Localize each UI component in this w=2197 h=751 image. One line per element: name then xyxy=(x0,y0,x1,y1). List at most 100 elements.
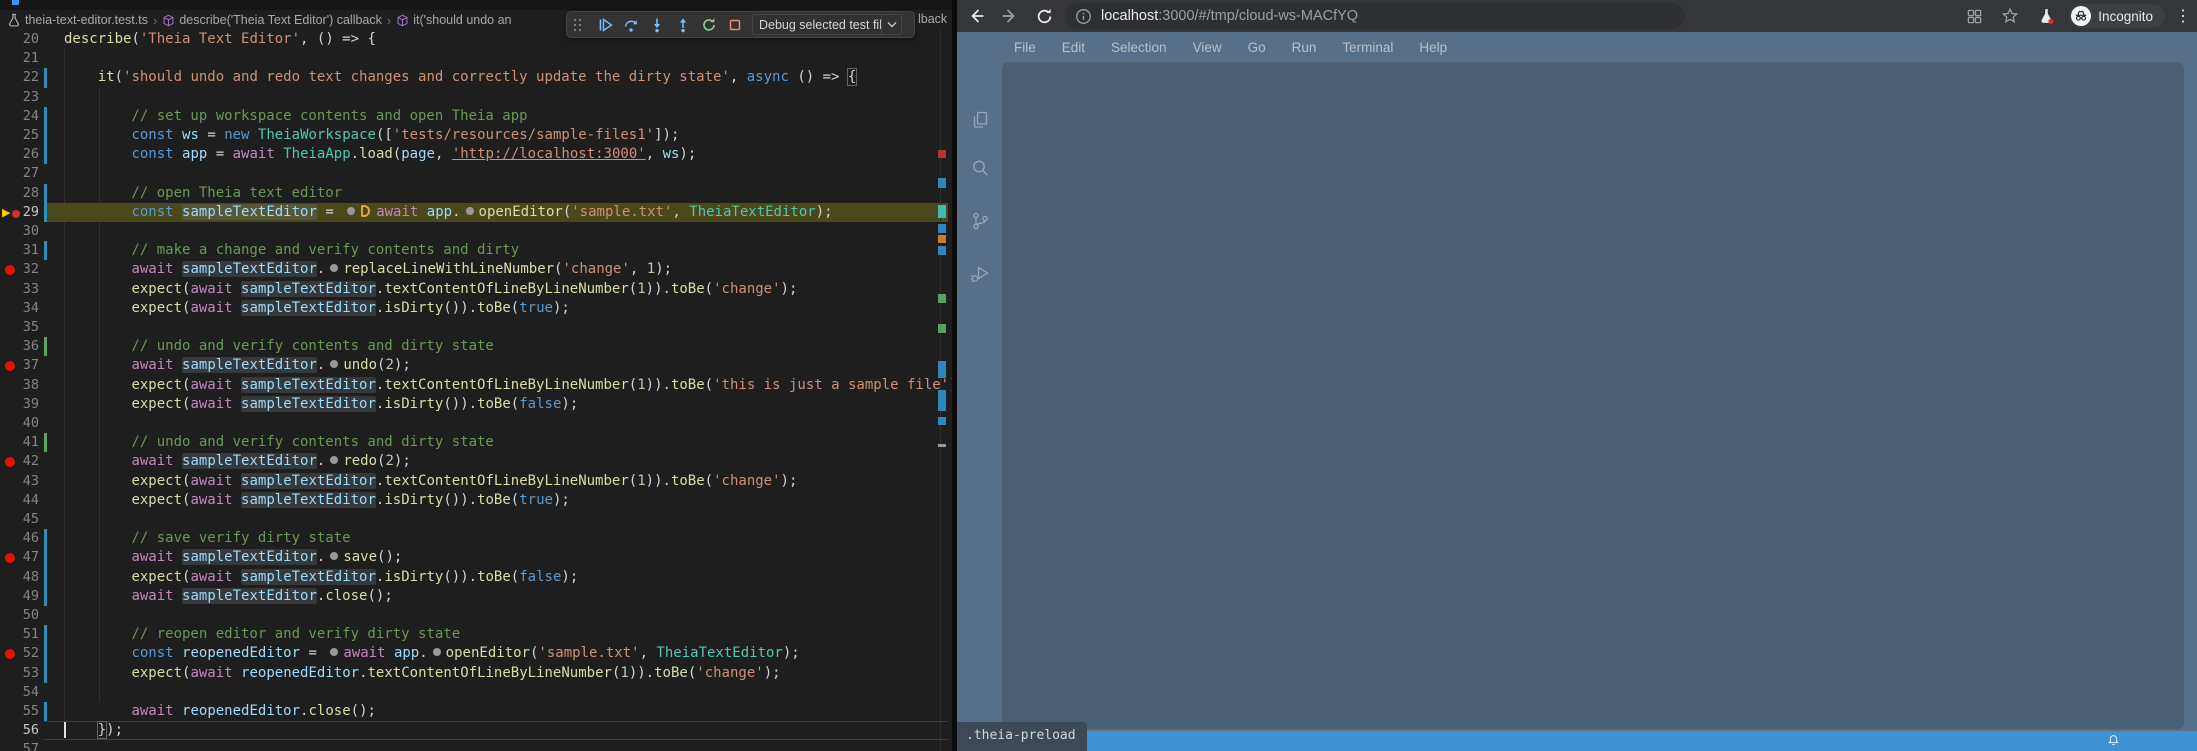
forward-button[interactable] xyxy=(997,3,1023,29)
code-line[interactable]: 57 xyxy=(0,740,952,751)
search-icon[interactable] xyxy=(968,156,992,180)
code-line[interactable]: 40 xyxy=(0,414,952,433)
code-line[interactable]: 32 await sampleTextEditor.replaceLineWit… xyxy=(0,260,952,279)
code-line[interactable]: 39 expect(await sampleTextEditor.isDirty… xyxy=(0,395,952,414)
drag-grip-icon[interactable] xyxy=(574,19,588,31)
breadcrumb-file[interactable]: theia-text-editor.test.ts xyxy=(25,13,148,27)
notifications-bell-icon[interactable] xyxy=(2107,734,2120,747)
address-bar[interactable]: localhost:3000/#/tmp/cloud-ws-MACfYQ xyxy=(1065,3,1685,29)
ruler-mark xyxy=(938,150,946,158)
theia-menu-run[interactable]: Run xyxy=(1279,40,1330,55)
code-line[interactable]: 28 // open Theia text editor xyxy=(0,184,952,203)
code-line[interactable]: 47 await sampleTextEditor.save(); xyxy=(0,548,952,567)
reload-button[interactable] xyxy=(1031,3,1057,29)
gutter-change-bar xyxy=(44,337,47,356)
line-number: 47 xyxy=(8,548,39,567)
debug-icon[interactable] xyxy=(968,262,992,286)
inline-breakpoint-candidate-icon xyxy=(433,648,441,656)
debug-step-into-button[interactable] xyxy=(644,14,670,36)
breadcrumb-it[interactable]: it('should undo an xyxy=(413,13,511,27)
code-text: // reopen editor and verify dirty state xyxy=(64,625,460,644)
code-line[interactable]: 26 const app = await TheiaApp.load(page,… xyxy=(0,145,952,164)
line-number: 24 xyxy=(8,107,39,126)
code-text: // make a change and verify contents and… xyxy=(64,241,519,260)
overview-ruler[interactable] xyxy=(938,0,948,751)
code-editor[interactable]: 20describe('Theia Text Editor', () => {2… xyxy=(0,30,952,751)
code-line[interactable]: 21 xyxy=(0,49,952,68)
editor-tab-strip xyxy=(0,0,952,10)
code-line[interactable]: 53 expect(await reopenedEditor.textConte… xyxy=(0,664,952,683)
code-line[interactable]: 42 await sampleTextEditor.redo(2); xyxy=(0,452,952,471)
code-line[interactable]: 50 xyxy=(0,606,952,625)
theia-main-panel xyxy=(1002,62,2184,729)
browser-window: localhost:3000/#/tmp/cloud-ws-MACfYQ Inc… xyxy=(957,0,2197,751)
theia-menu-edit[interactable]: Edit xyxy=(1049,40,1098,55)
code-line[interactable]: ▶29 const sampleTextEditor = await app.o… xyxy=(0,203,952,222)
theia-menu-selection[interactable]: Selection xyxy=(1098,40,1180,55)
back-button[interactable] xyxy=(963,3,989,29)
theia-menu-terminal[interactable]: Terminal xyxy=(1329,40,1406,55)
theia-menu-help[interactable]: Help xyxy=(1406,40,1460,55)
theia-menu-go[interactable]: Go xyxy=(1235,40,1279,55)
code-line[interactable]: 34 expect(await sampleTextEditor.isDirty… xyxy=(0,299,952,318)
site-info-icon[interactable] xyxy=(1075,8,1092,25)
bookmark-star-icon[interactable] xyxy=(1997,3,2023,29)
chevron-down-icon[interactable] xyxy=(881,15,901,34)
code-line[interactable]: 30 xyxy=(0,222,952,241)
tab-groups-icon[interactable] xyxy=(1961,3,1987,29)
debug-step-out-button[interactable] xyxy=(670,14,696,36)
debug-config-dropdown[interactable]: Debug selected test file xyxy=(752,14,902,35)
line-number: 36 xyxy=(8,337,39,356)
theia-statusbar[interactable] xyxy=(957,731,2197,751)
line-number: 41 xyxy=(8,433,39,452)
debug-restart-button[interactable] xyxy=(696,14,722,36)
url-path: :3000/#/tmp/cloud-ws-MACfYQ xyxy=(1158,8,1358,24)
gutter-change-bar xyxy=(44,529,47,548)
extension-flask-icon[interactable] xyxy=(2033,3,2059,29)
code-line[interactable]: 35 xyxy=(0,318,952,337)
source-control-icon[interactable] xyxy=(968,209,992,233)
line-number: 33 xyxy=(8,280,39,299)
debug-continue-button[interactable] xyxy=(592,14,618,36)
code-line[interactable]: 43 expect(await sampleTextEditor.textCon… xyxy=(0,472,952,491)
code-line[interactable]: 48 expect(await sampleTextEditor.isDirty… xyxy=(0,568,952,587)
code-line[interactable]: 44 expect(await sampleTextEditor.isDirty… xyxy=(0,491,952,510)
breadcrumb-describe[interactable]: describe('Theia Text Editor') callback xyxy=(179,13,382,27)
url-text[interactable]: localhost:3000/#/tmp/cloud-ws-MACfYQ xyxy=(1101,8,1358,24)
code-line[interactable]: 25 const ws = new TheiaWorkspace(['tests… xyxy=(0,126,952,145)
theia-menu-view[interactable]: View xyxy=(1180,40,1235,55)
line-number: 46 xyxy=(8,529,39,548)
code-line[interactable]: 22 it('should undo and redo text changes… xyxy=(0,68,952,87)
code-line[interactable]: 24 // set up workspace contents and open… xyxy=(0,107,952,126)
browser-menu-icon[interactable]: ⋮ xyxy=(2175,6,2189,26)
ruler-mark xyxy=(938,235,946,243)
code-line[interactable]: 41 // undo and verify contents and dirty… xyxy=(0,433,952,452)
code-line[interactable]: 36 // undo and verify contents and dirty… xyxy=(0,337,952,356)
debug-step-over-button[interactable] xyxy=(618,14,644,36)
inline-breakpoint-candidate-icon xyxy=(466,207,474,215)
code-line[interactable]: 49 await sampleTextEditor.close(); xyxy=(0,587,952,606)
incognito-badge[interactable]: Incognito xyxy=(2069,4,2165,28)
code-line[interactable]: 23 xyxy=(0,88,952,107)
code-line[interactable]: 45 xyxy=(0,510,952,529)
code-line[interactable]: 56 }); xyxy=(0,721,952,740)
line-number: 37 xyxy=(8,356,39,375)
explorer-files-icon[interactable] xyxy=(968,108,992,132)
theia-menu-file[interactable]: File xyxy=(1001,40,1049,55)
inline-breakpoint-candidate-icon xyxy=(347,207,355,215)
code-line[interactable]: 33 expect(await sampleTextEditor.textCon… xyxy=(0,280,952,299)
code-line[interactable]: 54 xyxy=(0,683,952,702)
code-line[interactable]: 38 expect(await sampleTextEditor.textCon… xyxy=(0,376,952,395)
line-number: 51 xyxy=(8,625,39,644)
code-line[interactable]: 51 // reopen editor and verify dirty sta… xyxy=(0,625,952,644)
gutter-change-bar xyxy=(44,625,47,644)
code-line[interactable]: 46 // save verify dirty state xyxy=(0,529,952,548)
debug-config-label: Debug selected test file xyxy=(753,18,881,32)
code-line[interactable]: 31 // make a change and verify contents … xyxy=(0,241,952,260)
code-line[interactable]: 37 await sampleTextEditor.undo(2); xyxy=(0,356,952,375)
code-line[interactable]: 27 xyxy=(0,164,952,183)
code-line[interactable]: 52 const reopenedEditor = await app.open… xyxy=(0,644,952,663)
ruler-mark xyxy=(938,224,946,233)
debug-stop-button[interactable] xyxy=(722,14,748,36)
code-line[interactable]: 55 await reopenedEditor.close(); xyxy=(0,702,952,721)
